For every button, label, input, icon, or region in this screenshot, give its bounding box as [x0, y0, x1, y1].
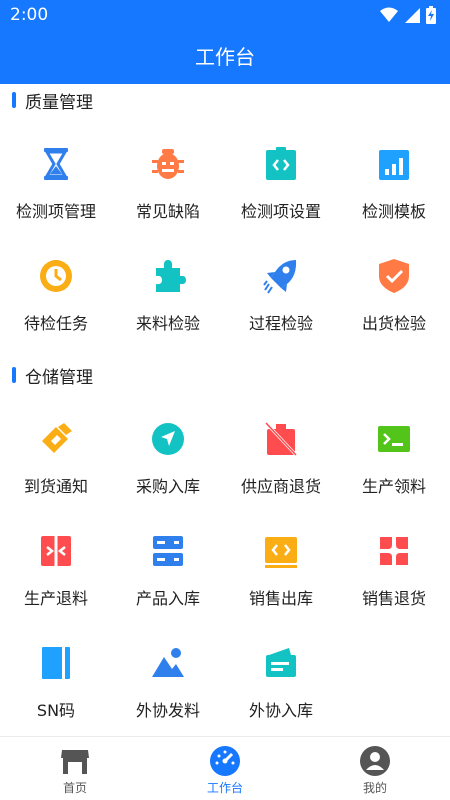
- grid-item-product-receipt[interactable]: 产品入库: [112, 523, 224, 623]
- server-icon: [153, 536, 183, 566]
- grid-item-label: 外协发料: [135, 701, 200, 720]
- grid-item-outsource-receipt[interactable]: 外协入库: [225, 635, 337, 735]
- grid-item-inspection-settings[interactable]: 检测项设置: [225, 136, 337, 236]
- section-title: 仓储管理: [25, 368, 93, 388]
- grid-item-production-return[interactable]: 生产退料: [0, 523, 112, 623]
- nav-label: 首页: [62, 781, 87, 795]
- scanner-icon: [42, 423, 72, 453]
- grid-item-label: 供应商退货: [240, 477, 321, 496]
- book-icon: [42, 647, 70, 679]
- user-icon: [360, 746, 390, 776]
- grid-item-sales-outbound[interactable]: 销售出库: [225, 523, 337, 623]
- status-time: 2:00: [10, 5, 49, 25]
- grid-item-process-inspection[interactable]: 过程检验: [225, 248, 337, 348]
- clock-icon: [40, 260, 72, 292]
- grid-item-label: SN码: [36, 701, 76, 720]
- page-title: 工作台: [0, 32, 450, 84]
- wallet-icon: [266, 648, 296, 677]
- grid-item-label: 待检任务: [23, 314, 88, 333]
- image-icon: [152, 648, 184, 677]
- grid-item-sales-return[interactable]: 销售退货: [338, 523, 450, 623]
- puzzle-icon: [156, 260, 186, 292]
- grid-item-label: 检测项设置: [240, 202, 321, 221]
- grid-item-outsource-issue[interactable]: 外协发料: [112, 635, 224, 735]
- nav-label: 我的: [362, 781, 387, 795]
- dashboard-icon: [210, 746, 240, 776]
- section-header-quality: 质量管理: [0, 86, 450, 116]
- grid-item-label: 出货检验: [361, 314, 426, 333]
- nav-item-mine[interactable]: 我的: [300, 737, 450, 800]
- grid-item-label: 常见缺陷: [135, 202, 200, 221]
- grid-item-inspection-items[interactable]: 检测项管理: [0, 136, 112, 236]
- grid-item-label: 销售出库: [248, 589, 313, 608]
- navigation-icon: [152, 423, 184, 455]
- collapse-icon: [41, 536, 71, 566]
- grid-item-label: 生产领料: [361, 477, 426, 496]
- grid-item-label: 到货通知: [23, 477, 88, 496]
- section-header-warehouse: 仓储管理: [0, 361, 450, 391]
- code-window-icon: [265, 537, 297, 568]
- grid-item-purchase-receipt[interactable]: 采购入库: [112, 411, 224, 511]
- hourglass-icon: [44, 148, 68, 180]
- grid-item-pending-tasks[interactable]: 待检任务: [0, 248, 112, 348]
- signal-icon: [405, 8, 420, 23]
- grid-item-label: 生产退料: [23, 589, 88, 608]
- grid-item-label: 产品入库: [135, 589, 200, 608]
- grid-item-supplier-return[interactable]: 供应商退货: [225, 411, 337, 511]
- nav-item-home[interactable]: 首页: [0, 737, 150, 800]
- section-accent-bar: [12, 367, 16, 383]
- grid-item-production-picking[interactable]: 生产领料: [338, 411, 450, 511]
- grid-item-label: 外协入库: [248, 701, 313, 720]
- wifi-icon: [380, 7, 398, 22]
- grid-item-label: 采购入库: [135, 477, 200, 496]
- status-icons: [380, 6, 436, 24]
- nav-label: 工作台: [206, 781, 243, 795]
- battery-icon: [426, 6, 436, 24]
- grid-item-label: 销售退货: [361, 589, 426, 608]
- grid-item-sn-code[interactable]: SN码: [0, 635, 112, 735]
- grid-item-incoming-inspection[interactable]: 来料检验: [112, 248, 224, 348]
- terminal-icon: [378, 426, 410, 452]
- store-icon: [61, 750, 89, 774]
- grid-item-inspection-template[interactable]: 检测模板: [338, 136, 450, 236]
- grid-item-arrival-notice[interactable]: 到货通知: [0, 411, 112, 511]
- section-title: 质量管理: [25, 93, 93, 113]
- nav-item-workbench[interactable]: 工作台: [150, 737, 300, 800]
- status-bar: 2:00: [0, 0, 450, 32]
- bottom-nav: 首页 工作台 我的: [0, 736, 450, 800]
- workbench-content[interactable]: 质量管理 检测项管理 常见缺陷 检测项设置 检测模板 待检任务 来料检验 过程检…: [0, 84, 450, 736]
- code-icon: [266, 147, 296, 180]
- return-box-icon: [264, 421, 298, 457]
- grid-item-outgoing-inspection[interactable]: 出货检验: [338, 248, 450, 348]
- grid-item-label: 过程检验: [248, 314, 313, 333]
- grid-item-label: 检测模板: [361, 202, 426, 221]
- grid-item-label: 来料检验: [135, 314, 200, 333]
- section-accent-bar: [12, 92, 16, 108]
- grid-item-common-defects[interactable]: 常见缺陷: [112, 136, 224, 236]
- bug-icon: [152, 149, 184, 179]
- bar-chart-icon: [379, 150, 409, 180]
- flower-icon: [380, 537, 408, 565]
- shield-check-icon: [379, 259, 409, 293]
- grid-item-label: 检测项管理: [15, 202, 96, 221]
- rocket-icon: [263, 260, 297, 294]
